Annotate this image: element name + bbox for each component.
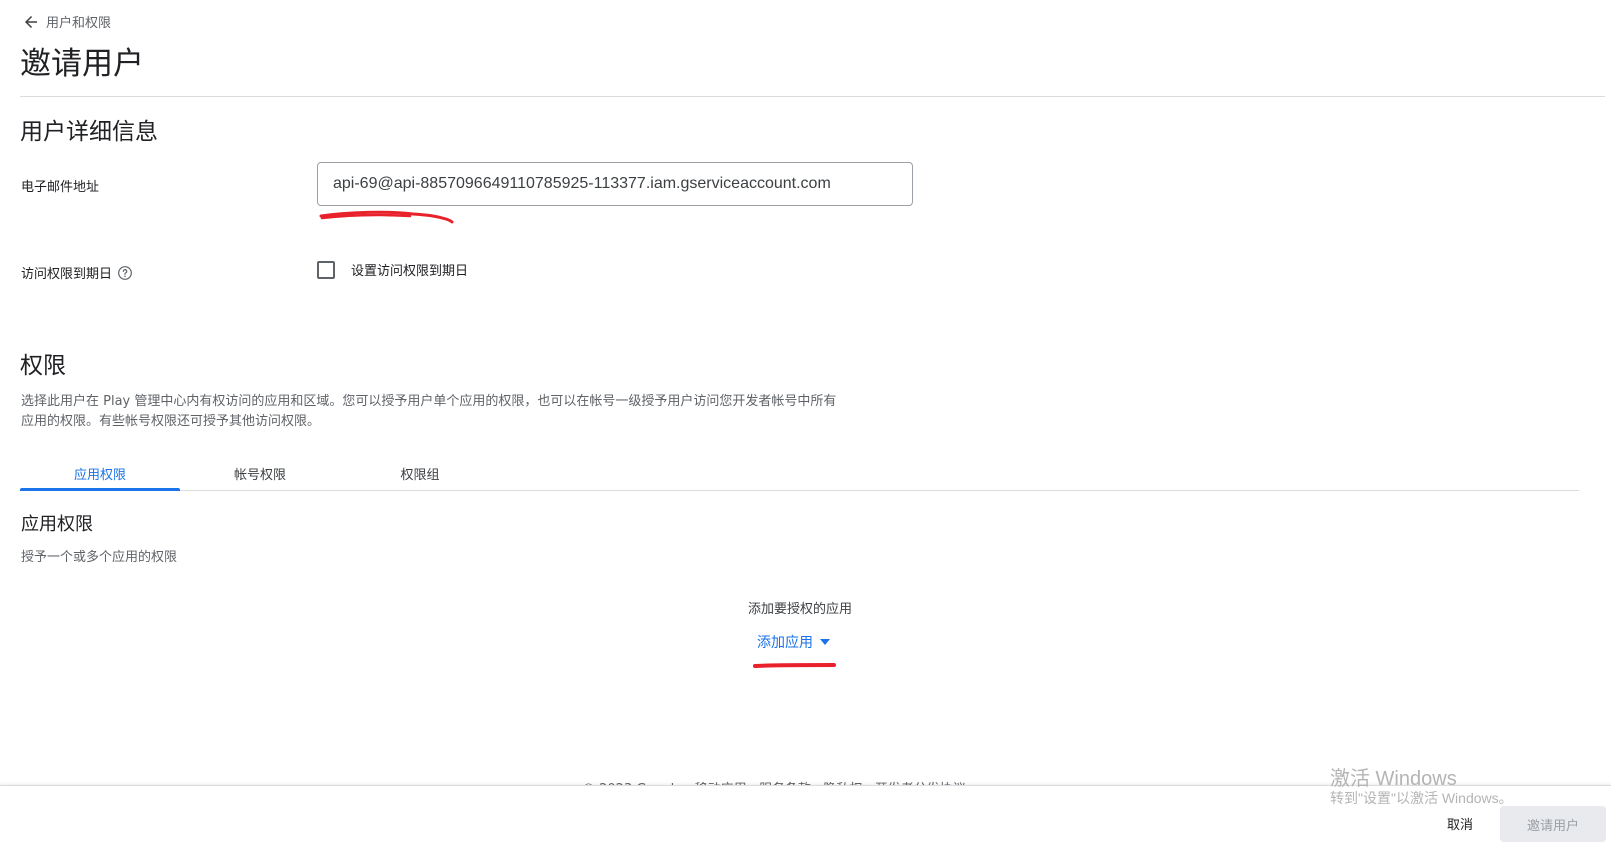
expiry-label: 访问权限到期日 <box>21 263 133 282</box>
add-app-button[interactable]: 添加应用 <box>757 632 830 652</box>
page-title: 邀请用户 <box>20 46 144 82</box>
annotation-underline-email <box>319 210 454 224</box>
add-app-label: 添加应用 <box>757 635 813 651</box>
expiry-checkbox-row[interactable]: 设置访问权限到期日 <box>317 260 468 279</box>
permissions-description-line1: 选择此用户在 Play 管理中心内有权访问的应用和区域。您可以授予用户单个应用的… <box>21 394 837 409</box>
permission-tabs: 应用权限 帐号权限 权限组 <box>20 456 1579 491</box>
tab-account-permissions[interactable]: 帐号权限 <box>180 456 340 490</box>
tab-permission-groups[interactable]: 权限组 <box>340 456 500 490</box>
empty-apps-message: 添加要授权的应用 <box>747 602 852 617</box>
email-input[interactable] <box>317 162 913 206</box>
permissions-title: 权限 <box>20 353 66 379</box>
user-details-title: 用户详细信息 <box>20 119 158 145</box>
invite-user-button[interactable]: 邀请用户 <box>1500 806 1606 842</box>
active-tab-indicator <box>20 488 180 491</box>
tab-account-permissions-label: 帐号权限 <box>233 467 286 483</box>
windows-activation-subtitle: 转到"设置"以激活 Windows。 <box>1330 790 1513 806</box>
expiry-label-text: 访问权限到期日 <box>21 267 113 282</box>
tab-permission-groups-label: 权限组 <box>400 467 440 483</box>
tab-app-permissions-label: 应用权限 <box>73 467 126 483</box>
expiry-checkbox[interactable] <box>317 260 335 279</box>
permissions-description: 选择此用户在 Play 管理中心内有权访问的应用和区域。您可以授予用户单个应用的… <box>21 392 921 432</box>
tab-app-permissions[interactable]: 应用权限 <box>20 456 180 491</box>
expiry-checkbox-label: 设置访问权限到期日 <box>351 264 469 279</box>
app-permissions-description: 授予一个或多个应用的权限 <box>21 550 178 565</box>
caret-down-icon <box>820 639 830 645</box>
cancel-button[interactable]: 取消 <box>1430 808 1490 838</box>
header-divider <box>20 96 1605 97</box>
arrow-left-icon <box>25 15 37 28</box>
email-label-text: 电子邮件地址 <box>21 180 100 195</box>
invite-user-page: 用户和权限 邀请用户 用户详细信息 电子邮件地址 访问权限到期日 设置访问权限到… <box>0 0 1611 844</box>
back-link-label: 用户和权限 <box>46 16 112 31</box>
email-label: 电子邮件地址 <box>21 176 99 195</box>
app-permissions-title: 应用权限 <box>21 514 93 535</box>
back-link[interactable]: 用户和权限 <box>22 12 111 31</box>
annotation-underline-add-app <box>753 663 836 668</box>
permissions-description-line2: 应用的权限。有些帐号权限还可授予其他访问权限。 <box>21 414 321 429</box>
windows-activation-title: 激活 Windows <box>1330 768 1457 790</box>
help-circle-icon[interactable] <box>117 265 133 281</box>
